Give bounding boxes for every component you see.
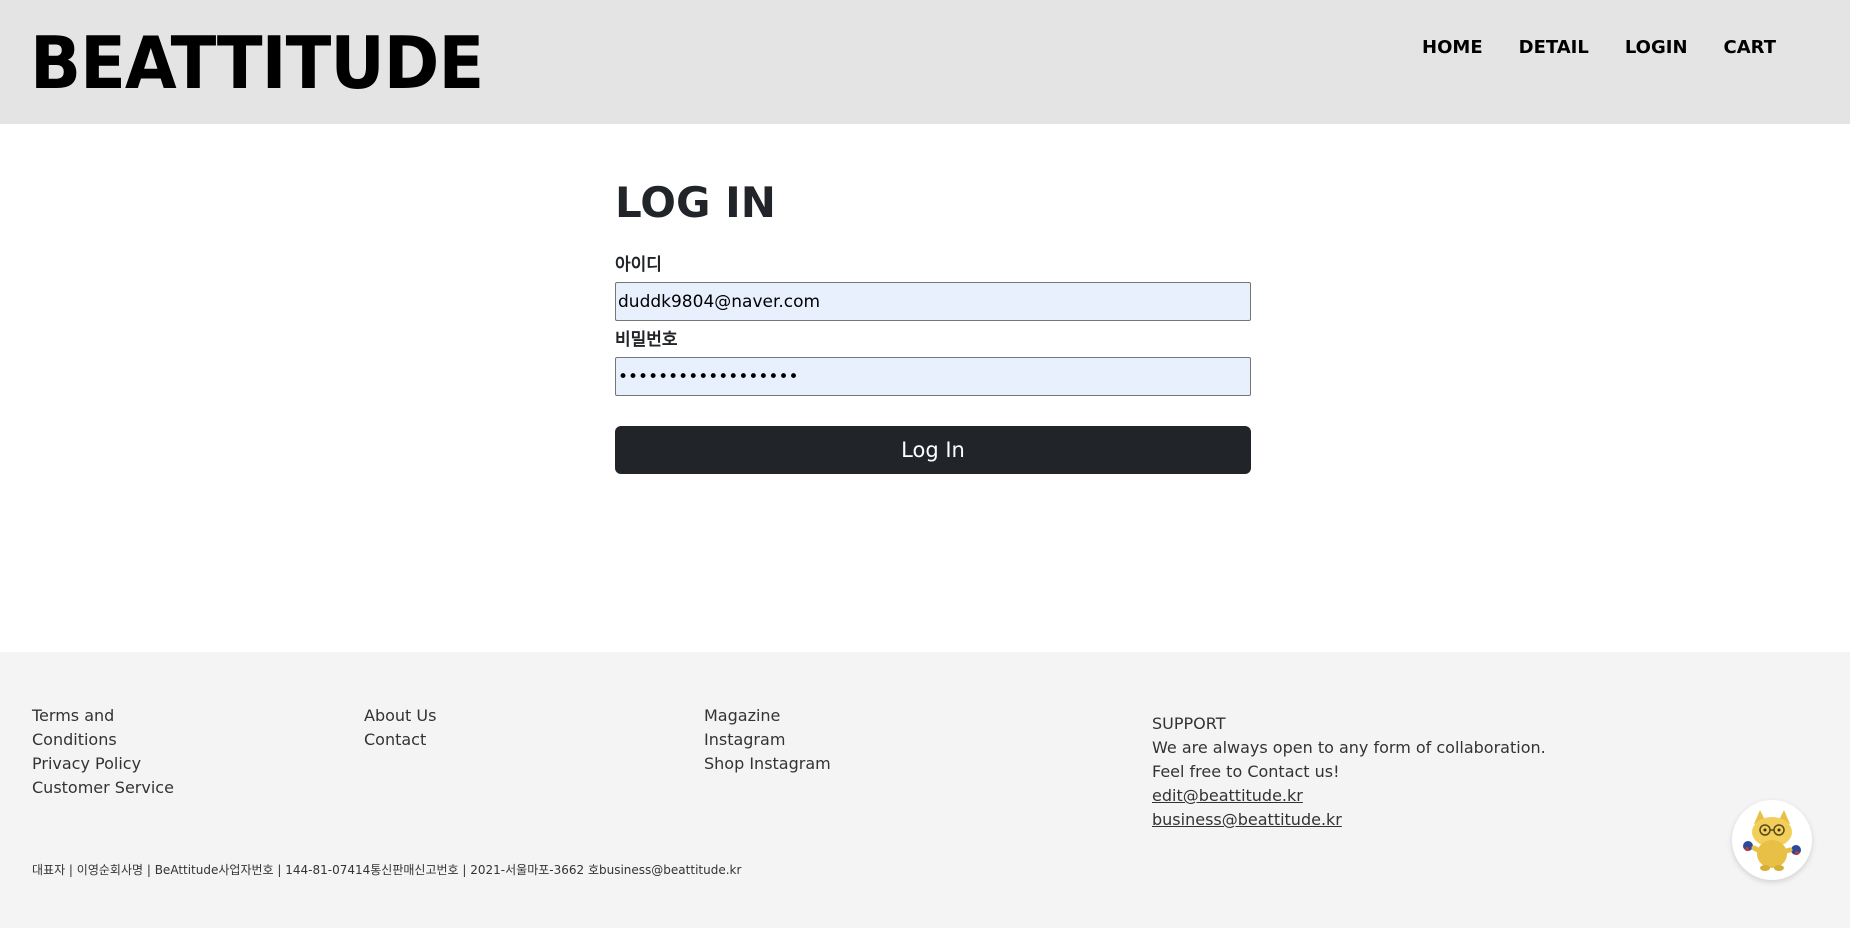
nav-login-link[interactable]: LOGIN xyxy=(1625,36,1688,60)
footer-link-terms[interactable]: Terms and Conditions xyxy=(32,704,202,752)
footer-column-policies: Terms and Conditions Privacy Policy Cust… xyxy=(32,704,202,800)
password-label: 비밀번호 xyxy=(615,330,678,350)
id-input[interactable] xyxy=(615,282,1251,321)
main-nav: HOME DETAIL LOGIN CART xyxy=(1422,36,1776,60)
nav-home-link[interactable]: HOME xyxy=(1422,36,1483,60)
footer-link-contact[interactable]: Contact xyxy=(364,728,436,752)
id-label: 아이디 xyxy=(615,255,662,275)
page-title: LOG IN xyxy=(615,178,776,227)
footer-link-customer-service[interactable]: Customer Service xyxy=(32,776,202,800)
chat-widget-button[interactable] xyxy=(1732,800,1812,880)
footer-column-company: About Us Contact xyxy=(364,704,436,752)
nav-detail-link[interactable]: DETAIL xyxy=(1519,36,1589,60)
support-email-business[interactable]: business@beattitude.kr xyxy=(1152,808,1546,832)
footer-link-privacy[interactable]: Privacy Policy xyxy=(32,752,202,776)
footer-legal-info: 대표자 | 이영순회사명 | BeAttitude사업자번호 | 144-81-… xyxy=(32,863,742,877)
support-email-edit[interactable]: edit@beattitude.kr xyxy=(1152,784,1546,808)
footer-link-magazine[interactable]: Magazine xyxy=(704,704,831,728)
cat-mascot-icon xyxy=(1743,810,1801,871)
support-text-line1: We are always open to any form of collab… xyxy=(1152,738,1546,757)
site-header: BEATTITUDE HOME DETAIL LOGIN CART xyxy=(0,0,1850,124)
password-input[interactable] xyxy=(615,357,1251,396)
footer-link-shop-instagram[interactable]: Shop Instagram xyxy=(704,752,831,776)
login-form: LOG IN 아이디 비밀번호 Log In xyxy=(615,176,1251,474)
site-logo[interactable]: BEATTITUDE xyxy=(30,22,484,104)
login-button[interactable]: Log In xyxy=(615,426,1251,474)
site-footer: Terms and Conditions Privacy Policy Cust… xyxy=(0,652,1850,928)
footer-link-about[interactable]: About Us xyxy=(364,704,436,728)
footer-support: SUPPORT We are always open to any form o… xyxy=(1152,712,1546,832)
footer-column-media: Magazine Instagram Shop Instagram xyxy=(704,704,831,776)
support-heading: SUPPORT xyxy=(1152,714,1226,733)
nav-cart-link[interactable]: CART xyxy=(1724,36,1776,60)
support-text-line2: Feel free to Contact us! xyxy=(1152,762,1340,781)
footer-link-instagram[interactable]: Instagram xyxy=(704,728,831,752)
